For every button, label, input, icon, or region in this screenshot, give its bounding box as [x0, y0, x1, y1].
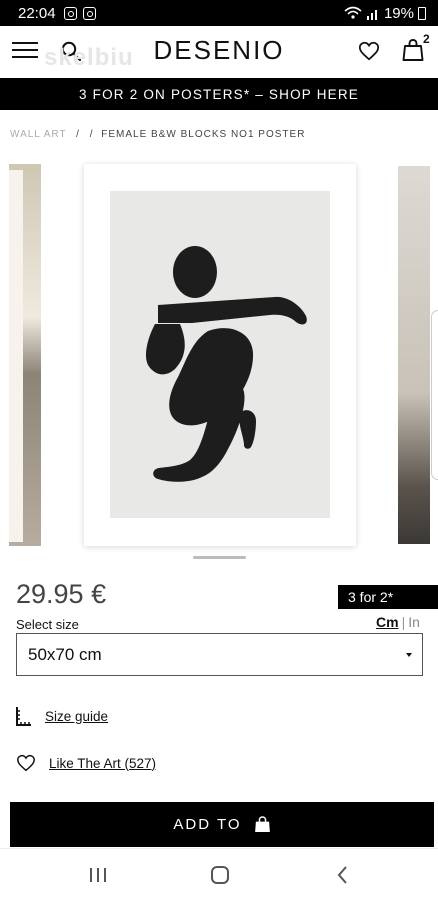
status-right: 19%: [344, 5, 426, 22]
instagram-icon: [63, 6, 77, 20]
back-icon[interactable]: [331, 863, 355, 887]
gallery-main-image[interactable]: [84, 164, 356, 546]
like-the-art-link[interactable]: Like The Art (527): [16, 754, 156, 772]
unit-cm-option[interactable]: Cm: [376, 614, 399, 630]
breadcrumb-wall-art[interactable]: WALL ART: [10, 129, 66, 140]
offer-badge: 3 for 2*: [338, 585, 438, 609]
size-select[interactable]: 50x70 cm: [16, 633, 423, 676]
breadcrumb-separator-2: /: [89, 129, 94, 140]
size-select-value: 50x70 cm: [28, 644, 102, 664]
status-time: 22:04: [18, 4, 56, 22]
product-gallery[interactable]: [0, 160, 438, 560]
breadcrumb-current: FEMALE B&W BLOCKS NO1 POSTER: [101, 129, 306, 140]
gallery-next-image[interactable]: [398, 166, 430, 544]
recent-apps-icon[interactable]: [86, 863, 110, 887]
unit-toggle: Cm | In: [376, 614, 420, 630]
home-icon[interactable]: [208, 863, 232, 887]
breadcrumb: WALL ART / / FEMALE B&W BLOCKS NO1 POSTE…: [10, 129, 305, 140]
battery-percent: 19%: [383, 4, 414, 22]
unit-separator: |: [401, 614, 406, 630]
status-bar: 22:04 19%: [0, 0, 438, 26]
system-nav-bar: [0, 848, 438, 900]
instagram-icon-2: [82, 6, 96, 20]
gallery-prev-image[interactable]: [9, 164, 41, 546]
bag-icon[interactable]: [401, 38, 425, 62]
unit-in-option[interactable]: In: [408, 614, 420, 630]
wifi-icon: [344, 6, 362, 19]
cart-count-badge: 2: [423, 32, 430, 46]
size-guide-link[interactable]: Size guide: [16, 706, 108, 726]
size-guide-text[interactable]: Size guide: [45, 709, 108, 724]
like-the-art-text[interactable]: Like The Art (527): [49, 756, 156, 771]
wishlist-heart-icon[interactable]: [358, 40, 380, 62]
add-to-bag-button[interactable]: ADD TO: [10, 802, 434, 847]
select-size-label: Select size: [16, 617, 79, 632]
breadcrumb-separator: /: [76, 129, 80, 140]
poster-artwork: [110, 191, 330, 518]
figure-illustration: [145, 246, 307, 482]
promo-banner[interactable]: 3 FOR 2 ON POSTERS* – SHOP HERE: [0, 78, 438, 110]
ruler-icon: [16, 707, 31, 726]
site-header: skelbiu DESENIO 2: [0, 26, 438, 78]
battery-icon: [418, 6, 426, 20]
edge-panel-handle[interactable]: [431, 310, 438, 480]
gallery-indicator: [193, 556, 246, 559]
heart-icon: [17, 754, 35, 772]
add-to-label: ADD TO: [173, 816, 242, 833]
product-price: 29.95 €: [16, 579, 107, 609]
promo-text: 3 FOR 2 ON POSTERS* – SHOP HERE: [78, 86, 359, 102]
signal-icon: [366, 9, 377, 20]
chevron-down-icon: [406, 653, 412, 657]
bag-icon: [254, 816, 270, 833]
